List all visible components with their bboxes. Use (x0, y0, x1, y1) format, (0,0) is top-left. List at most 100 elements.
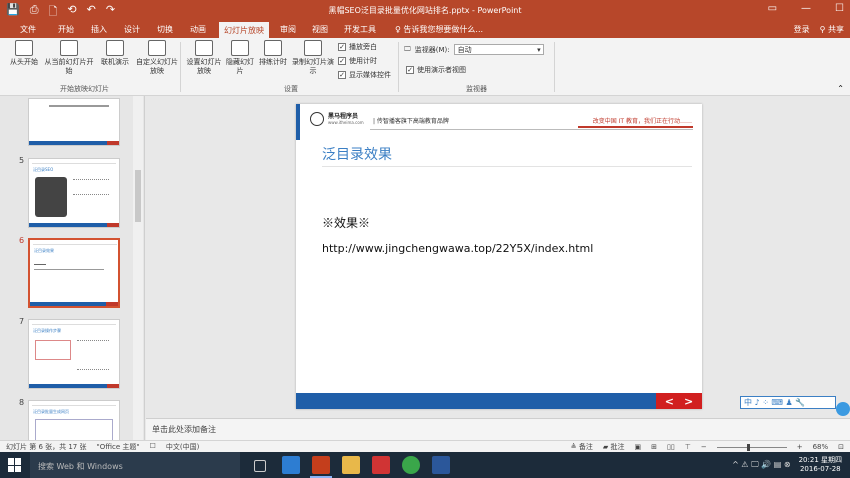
zoom-slider[interactable] (716, 443, 787, 451)
play-narrations-label: 播放旁白 (349, 43, 377, 51)
windows-start-icon[interactable] (8, 458, 22, 472)
task-view-icon[interactable] (254, 460, 266, 472)
tell-me-box[interactable]: ♀ 告诉我您想要做什么... (395, 24, 483, 35)
rehearse-timings-button[interactable]: 排练计时 (256, 40, 290, 67)
present-online-button[interactable]: 联机演示 (98, 40, 132, 67)
slide-thumbnail-6[interactable]: 泛目录效果 (28, 238, 120, 308)
thumb-screenshot (35, 419, 113, 440)
tray-icons[interactable]: ^ ⚠ 🖵 🔊 ▤ ⊗ (732, 460, 791, 470)
prev-arrow-icon[interactable]: < (665, 395, 674, 408)
clock-date: 2016-07-28 (799, 465, 841, 473)
thumb-footer (29, 384, 119, 388)
clock[interactable]: 20:21 星期四 2016-07-28 (799, 456, 842, 474)
slide-title[interactable]: 泛目录效果 (322, 144, 692, 167)
slide-thumbnail-8[interactable]: 泛目录批量生成网页 (28, 400, 120, 440)
from-beginning-label: 从头开始 (10, 58, 38, 66)
maximize-icon[interactable]: ☐ (835, 3, 844, 14)
language-indicator[interactable]: 中文(中国) (166, 442, 199, 452)
logo-emblem-icon (310, 112, 324, 126)
group-separator (180, 42, 181, 92)
floating-widget-icon[interactable] (836, 402, 850, 416)
stopwatch-icon (264, 40, 282, 56)
notes-button[interactable]: ≜ 备注 (571, 442, 593, 452)
tab-file[interactable]: 文件 (20, 24, 36, 35)
from-beginning-button[interactable]: 从头开始 (6, 40, 42, 67)
effect-url[interactable]: http://www.jingchengwawa.top/22Y5X/index… (322, 242, 593, 255)
minimize-icon[interactable]: — (801, 3, 811, 14)
monitor-select[interactable]: 自动 (453, 44, 544, 55)
slideshow-view-icon[interactable]: ⊤ (685, 443, 691, 451)
word-app-icon[interactable] (432, 456, 450, 474)
normal-view-icon[interactable]: ▣ (634, 443, 641, 451)
tab-slideshow[interactable]: 幻灯片放映 (219, 22, 269, 38)
tab-insert[interactable]: 插入 (91, 24, 107, 35)
browser-360-icon[interactable] (402, 456, 420, 474)
custom-slideshow-button[interactable]: 自定义幻灯片放映 (134, 40, 180, 76)
tab-view[interactable]: 视图 (312, 24, 328, 35)
scrollbar-thumb[interactable] (135, 170, 141, 222)
next-arrow-icon[interactable]: > (684, 395, 693, 408)
tell-me-text: 告诉我您想要做什么... (403, 25, 484, 34)
share-button[interactable]: ⚲ 共享 (820, 24, 844, 35)
group-separator (398, 42, 399, 92)
use-timings-checkbox[interactable]: ✓ 使用计时 (338, 56, 377, 66)
header-accent-bar (296, 104, 300, 140)
current-slide[interactable]: 黑马程序员 www.itheima.com | 传智播客旗下高端教育品牌 改变中… (296, 104, 702, 409)
tab-animations[interactable]: 动画 (190, 24, 206, 35)
header-divider (370, 129, 693, 130)
theme-name: "Office 主题" (96, 443, 140, 451)
group-separator (554, 42, 555, 92)
tab-transitions[interactable]: 切换 (157, 24, 173, 35)
slide-thumbnail-4[interactable] (28, 98, 120, 146)
zoom-out-icon[interactable]: − (701, 443, 707, 451)
thumbnail-pane: 5 泛目录SEO 6 泛目录效果 7 泛目录操作步骤 8 泛目录批量生成网页 (0, 96, 145, 440)
from-current-button[interactable]: 从当前幻灯片开始 (44, 40, 94, 76)
thumb-number: 8 (19, 398, 25, 407)
slide-sorter-icon[interactable]: ⊞ (651, 443, 657, 451)
group-setup: 设置 (284, 85, 298, 93)
comments-button[interactable]: ▰ 批注 (603, 442, 625, 452)
tab-review[interactable]: 审阅 (280, 24, 296, 35)
thumb-title: 泛目录效果 (34, 248, 54, 253)
reading-view-icon[interactable]: ▯▯ (667, 443, 675, 451)
ribbon: 从头开始 从当前幻灯片开始 联机演示 自定义幻灯片放映 开始放映幻灯片 设置幻灯… (0, 38, 850, 96)
media-app-icon[interactable] (372, 456, 390, 474)
effect-heading[interactable]: ※效果※ (322, 214, 370, 231)
slide-thumbnail-5[interactable]: 泛目录SEO (28, 158, 120, 228)
share-label: 共享 (828, 25, 844, 34)
file-explorer-icon[interactable] (342, 456, 360, 474)
thumbnail-scrollbar[interactable] (133, 96, 143, 440)
window-controls: ▭ — ☐ (768, 3, 844, 14)
thumb-footer (30, 302, 118, 306)
notes-pane[interactable]: 单击此处添加备注 (146, 418, 850, 440)
fit-to-window-icon[interactable]: ⊡ (838, 443, 844, 451)
setup-slideshow-button[interactable]: 设置幻灯片放映 (184, 40, 224, 76)
powerpoint-app-icon[interactable] (310, 456, 332, 478)
taskbar-search[interactable]: 搜索 Web 和 Windows (30, 452, 240, 478)
slide-thumbnail-7[interactable]: 泛目录操作步骤 (28, 319, 120, 389)
presenter-view-checkbox[interactable]: ✓ 使用演示者视图 (406, 65, 466, 75)
show-media-controls-checkbox[interactable]: ✓ 显示媒体控件 (338, 70, 391, 80)
checkmark-icon: ✓ (338, 57, 346, 65)
thumb-bullets (77, 340, 109, 370)
hide-slide-button[interactable]: 隐藏幻灯片 (226, 40, 254, 76)
login-link[interactable]: 登录 (794, 24, 810, 35)
zoom-level[interactable]: 68% (813, 443, 829, 451)
record-slideshow-button[interactable]: 录制幻灯片演示 (292, 40, 334, 76)
tab-developer[interactable]: 开发工具 (344, 24, 376, 35)
ribbon-display-options-icon[interactable]: ▭ (768, 3, 777, 14)
ime-toolbar[interactable]: 中 ♪ ⁘ ⌨ ♟ 🔧 (740, 396, 836, 409)
tab-home[interactable]: 开始 (58, 24, 74, 35)
tab-design[interactable]: 设计 (124, 24, 140, 35)
collapse-ribbon-icon[interactable]: ⌃ (837, 84, 844, 93)
ribbon-tabs: 文件 开始 插入 设计 切换 动画 幻灯片放映 审阅 视图 开发工具 ♀ 告诉我… (0, 22, 850, 38)
person-icon: ⚲ (819, 25, 828, 34)
group-start-slideshow: 开始放映幻灯片 (60, 85, 109, 93)
use-timings-label: 使用计时 (349, 57, 377, 65)
monitor-dropdown[interactable]: 🖵 监视器(M): 自动 (404, 44, 544, 55)
thumb-header (32, 161, 116, 164)
zoom-in-icon[interactable]: + (797, 443, 803, 451)
edge-browser-icon[interactable] (282, 456, 300, 474)
play-narrations-checkbox[interactable]: ✓ 播放旁白 (338, 42, 377, 52)
proofing-icon[interactable]: ☐ (150, 442, 156, 452)
